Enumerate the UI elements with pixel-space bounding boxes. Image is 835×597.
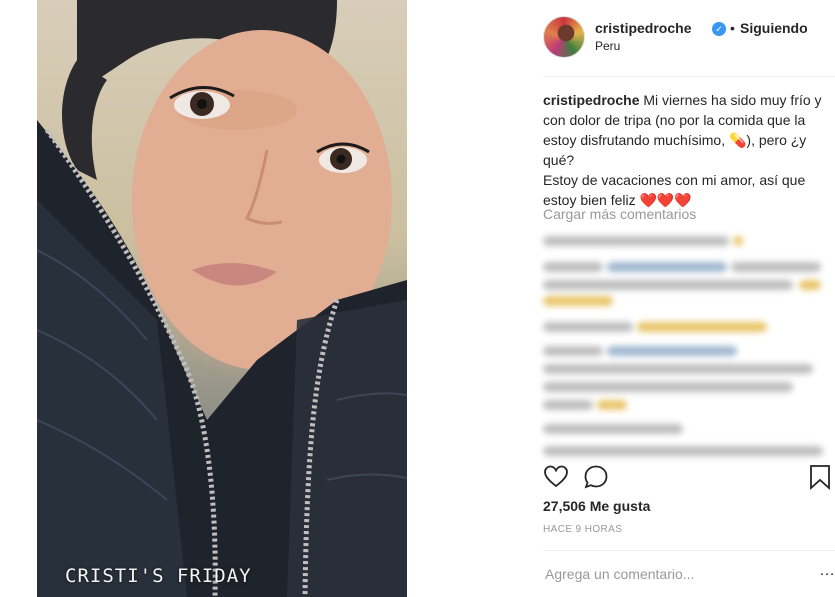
following-button[interactable]: Siguiendo <box>740 20 808 36</box>
load-more-comments-link[interactable]: Cargar más comentarios <box>543 206 696 222</box>
caption-username[interactable]: cristipedroche <box>543 92 639 108</box>
caption-text-2: Estoy de vacaciones con mi amor, así que… <box>543 172 806 208</box>
photo-illustration <box>37 0 407 597</box>
verified-badge-icon: ✓ <box>712 22 726 36</box>
add-comment-input[interactable] <box>543 560 819 588</box>
header-divider <box>543 76 835 77</box>
post-photo[interactable]: CRISTI'S FRIDAY <box>37 0 407 597</box>
post-timestamp[interactable]: HACE 9 HORAS <box>543 524 622 535</box>
photo-overlay-text: CRISTI'S FRIDAY <box>65 565 252 587</box>
comment-bubble-icon[interactable] <box>583 464 609 490</box>
caption-comment: cristipedroche Mi viernes ha sido muy fr… <box>543 90 833 210</box>
post-actions <box>543 464 833 492</box>
likes-count[interactable]: 27,506 Me gusta <box>543 498 650 514</box>
blurred-comments <box>537 226 833 462</box>
save-bookmark-icon[interactable] <box>807 464 833 490</box>
avatar[interactable] <box>543 16 585 58</box>
location-link[interactable]: Peru <box>595 39 620 53</box>
like-heart-icon[interactable] <box>543 464 569 490</box>
more-options-icon[interactable]: … <box>819 562 835 580</box>
input-divider <box>543 550 835 551</box>
post-header: cristipedroche ✓ • Siguiendo Peru <box>543 16 833 58</box>
post-sidebar: cristipedroche ✓ • Siguiendo Peru cristi… <box>527 0 835 597</box>
header-username[interactable]: cristipedroche <box>595 20 691 36</box>
separator-dot: • <box>730 20 735 36</box>
